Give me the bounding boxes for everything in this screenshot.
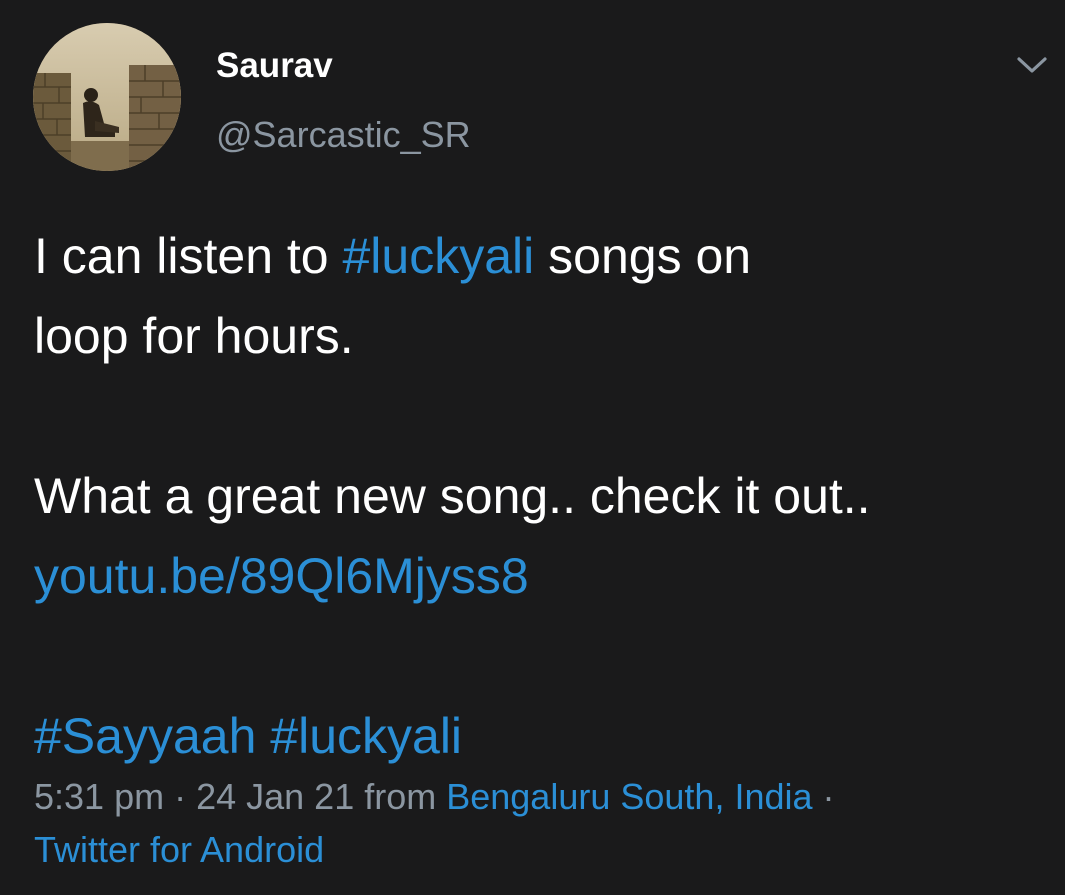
tweet-line: youtu.be/89Ql6Mjyss8 xyxy=(34,536,1059,616)
meta-line: 5:31 pm · 24 Jan 21 from Bengaluru South… xyxy=(34,770,1054,823)
meta-separator: · xyxy=(164,776,197,817)
tweet-date[interactable]: 24 Jan 21 xyxy=(196,776,354,817)
youtube-link[interactable]: youtu.be/89Ql6Mjyss8 xyxy=(34,548,529,604)
user-handle[interactable]: @Sarcastic_SR xyxy=(216,111,471,159)
tweet-metadata: 5:31 pm · 24 Jan 21 from Bengaluru South… xyxy=(34,770,1054,876)
tweet-line: #Sayyaah #luckyali xyxy=(34,696,1059,776)
tweet-line: What a great new song.. check it out.. xyxy=(34,468,871,524)
display-name[interactable]: Saurav xyxy=(216,44,333,88)
tweet-text-segment: songs on xyxy=(534,228,752,284)
hashtag-link-luckyali[interactable]: #luckyali xyxy=(270,708,462,764)
tweet-time[interactable]: 5:31 pm xyxy=(34,776,164,817)
tweet-text: I can listen to #luckyali songs on loop … xyxy=(34,216,1059,776)
meta-line: Twitter for Android xyxy=(34,823,1054,876)
chevron-down-icon xyxy=(1017,57,1047,73)
meta-separator: · xyxy=(812,776,835,817)
avatar-image xyxy=(33,23,181,171)
tweet-line: loop for hours. xyxy=(34,308,354,364)
more-options-button[interactable] xyxy=(1012,47,1052,83)
avatar[interactable] xyxy=(33,23,181,171)
meta-from: from xyxy=(354,776,447,817)
location-link[interactable]: Bengaluru South, India xyxy=(446,776,812,817)
tweet-line: I can listen to #luckyali songs on xyxy=(34,216,1059,296)
hashtag-link-luckyali[interactable]: #luckyali xyxy=(343,228,535,284)
hashtag-link-sayyaah[interactable]: #Sayyaah xyxy=(34,708,256,764)
tweet-text-segment: I can listen to xyxy=(34,228,343,284)
source-app-link[interactable]: Twitter for Android xyxy=(34,829,324,870)
